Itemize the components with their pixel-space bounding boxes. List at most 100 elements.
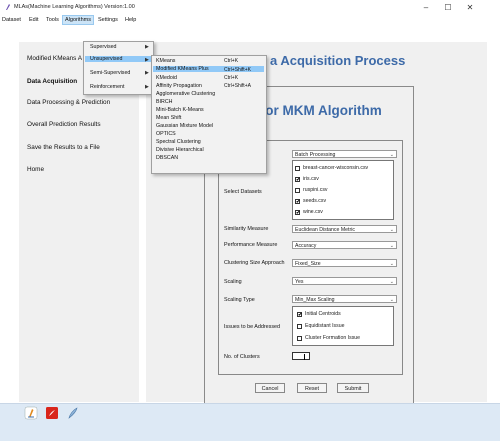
issue-label-initial-centroids: Initial Centroids [305, 311, 341, 317]
menu-item-optics[interactable]: OPTICS [156, 131, 176, 137]
chevron-down-icon: ⌄ [389, 297, 394, 303]
clustering-size-select[interactable]: Fixed_Size ⌄ [292, 259, 397, 267]
chevron-down-icon: ⌄ [389, 261, 394, 267]
menu-item-mini-batch-kmeans[interactable]: Mini-Batch K-Means [156, 107, 204, 113]
menu-help[interactable]: Help [123, 16, 138, 24]
processing-mode-select[interactable]: Batch Processing ⌄ [292, 150, 397, 158]
menu-item-reinforcement[interactable]: Reinforcement [90, 84, 124, 90]
sidebar-item-save-results[interactable]: Save the Results to a File [27, 144, 100, 151]
window-title: MLAs(Machine Learning Algorithms) Versio… [14, 4, 135, 10]
menu-item-divisive-hierarchical[interactable]: Divisive Hierarchical [156, 147, 204, 153]
check-icon: ✔ [296, 210, 301, 216]
dataset-label-breast-cancer: breast-cancer-wisconsin.csv [303, 165, 369, 171]
dataset-checkbox-iris[interactable]: ✔ [295, 177, 301, 183]
processing-mode-value: Batch Processing [295, 152, 336, 158]
menu-item-kmedoid[interactable]: KMedoid [156, 75, 177, 81]
chevron-down-icon: ⌄ [389, 279, 394, 285]
menu-edit[interactable]: Edit [27, 16, 40, 24]
similarity-measure-select[interactable]: Euclidean Distance Metric ⌄ [292, 225, 397, 233]
menu-item-mean-shift[interactable]: Mean Shift [156, 115, 181, 121]
maximize-button[interactable]: ☐ [441, 2, 455, 13]
issue-checkbox-equidistant[interactable] [297, 324, 302, 329]
check-icon: ✔ [296, 177, 301, 183]
dataset-checkbox-seeds[interactable]: ✔ [295, 199, 301, 205]
clustering-size-value: Fixed_Size [295, 261, 321, 267]
shortcut-kmeans: Ctrl+K [224, 58, 239, 64]
dataset-label-seeds: seeds.csv [303, 198, 327, 204]
menu-item-agglomerative[interactable]: Agglomerative Clustering [156, 91, 215, 97]
page-title: a Acquisition Process [270, 53, 406, 68]
dataset-label-wine: wine.csv [303, 209, 323, 215]
menu-item-affinity-propagation[interactable]: Affinity Propagation [156, 83, 202, 89]
check-icon: ✔ [296, 199, 301, 205]
chevron-down-icon: ⌄ [389, 243, 394, 249]
issues-label: Issues to be Addressed [224, 324, 281, 330]
menu-algorithms[interactable]: Algorithms [62, 15, 94, 25]
menu-item-semi-supervised[interactable]: Semi-Supervised [90, 70, 130, 76]
performance-measure-value: Accuracy [295, 243, 317, 249]
close-button[interactable]: ✕ [463, 2, 477, 13]
similarity-measure-value: Euclidean Distance Metric [295, 227, 355, 233]
scaling-type-label: Scaling Type [224, 297, 255, 303]
submenu-arrow-icon: ▶ [145, 44, 149, 50]
shortcut-affinity-propagation: Ctrl+Shift+A [224, 83, 251, 89]
check-icon: ✔ [298, 312, 303, 318]
menu-dataset[interactable]: Dataset [0, 16, 23, 24]
chevron-down-icon: ⌄ [389, 227, 394, 233]
menu-item-dbscan[interactable]: DBSCAN [156, 155, 178, 161]
reset-button[interactable]: Reset [297, 383, 327, 393]
issue-checkbox-initial-centroids[interactable]: ✔ [297, 312, 303, 318]
sidebar-item-modified-kmeans[interactable]: Modified KMeans A [27, 55, 82, 62]
minimize-button[interactable]: – [419, 2, 433, 13]
shortcut-kmedoid: Ctrl+K [224, 75, 239, 81]
submit-button[interactable]: Submit [337, 383, 369, 393]
shortcut-modified-kmeans-plus: Ctrl+Shift+K [224, 67, 251, 73]
menu-item-birch[interactable]: BIRCH [156, 99, 172, 105]
dataset-label-ruspini: ruspini.csv [303, 187, 328, 193]
dataset-checkbox-ruspini[interactable] [295, 188, 300, 193]
similarity-measure-label: Similarity Measure [224, 226, 269, 232]
issue-label-cluster-formation: Cluster Formation Issue [305, 335, 361, 341]
app-logo-icon [6, 4, 10, 10]
title-bar: MLAs(Machine Learning Algorithms) Versio… [0, 0, 500, 15]
pdf-icon[interactable] [45, 406, 59, 420]
feather-icon[interactable] [66, 406, 80, 420]
performance-measure-select[interactable]: Accuracy ⌄ [292, 241, 397, 249]
menu-item-supervised[interactable]: Supervised [90, 44, 117, 50]
dataset-label-iris: iris.csv [303, 176, 319, 182]
sidebar-item-overall-results[interactable]: Overall Prediction Results [27, 121, 101, 128]
clustering-size-label: Clustering Size Approach [224, 260, 285, 266]
performance-measure-label: Performance Measure [224, 242, 278, 248]
scaling-label: Scaling [224, 279, 242, 285]
num-clusters-input[interactable] [292, 352, 310, 360]
issue-checkbox-cluster-formation[interactable] [297, 336, 302, 341]
text-cursor [304, 354, 305, 360]
submenu-arrow-icon: ▶ [145, 57, 149, 63]
menu-tools[interactable]: Tools [44, 16, 61, 24]
sidebar-item-home[interactable]: Home [27, 166, 44, 173]
menu-item-spectral[interactable]: Spectral Clustering [156, 139, 201, 145]
menu-item-unsupervised[interactable]: Unsupervised [85, 56, 151, 62]
menu-settings[interactable]: Settings [96, 16, 120, 24]
algorithms-menu: Supervised ▶ Unsupervised ▶ Semi-Supervi… [83, 41, 154, 95]
sidebar [19, 42, 139, 402]
app-logo-icon[interactable] [24, 406, 38, 420]
scaling-select[interactable]: Yes ⌄ [292, 277, 397, 285]
chevron-down-icon: ⌄ [389, 152, 394, 158]
num-clusters-label: No. of Clusters [224, 354, 260, 360]
menu-item-kmeans[interactable]: KMeans [156, 58, 175, 64]
menu-bar: Dataset Edit Tools Algorithms Settings H… [0, 15, 500, 25]
cancel-button[interactable]: Cancel [255, 383, 285, 393]
submenu-arrow-icon: ▶ [145, 70, 149, 76]
unsupervised-submenu: KMeans Ctrl+K Modified KMeans Plus Ctrl+… [151, 55, 267, 174]
submenu-arrow-icon: ▶ [145, 84, 149, 90]
menu-item-gaussian-mixture[interactable]: Gaussian Mixture Model [156, 123, 213, 129]
sidebar-item-data-acquisition[interactable]: Data Acquisition [27, 78, 77, 85]
sidebar-item-data-processing[interactable]: Data Processing & Prediction [27, 99, 110, 106]
dataset-checkbox-breast-cancer[interactable] [295, 166, 300, 171]
select-datasets-label: Select Datasets [224, 189, 262, 195]
scaling-type-select[interactable]: Min_Max Scaling ⌄ [292, 295, 397, 303]
issue-label-equidistant: Equidistant Issue [305, 323, 345, 329]
dataset-checkbox-wine[interactable]: ✔ [295, 210, 301, 216]
scaling-value: Yes [295, 279, 304, 285]
